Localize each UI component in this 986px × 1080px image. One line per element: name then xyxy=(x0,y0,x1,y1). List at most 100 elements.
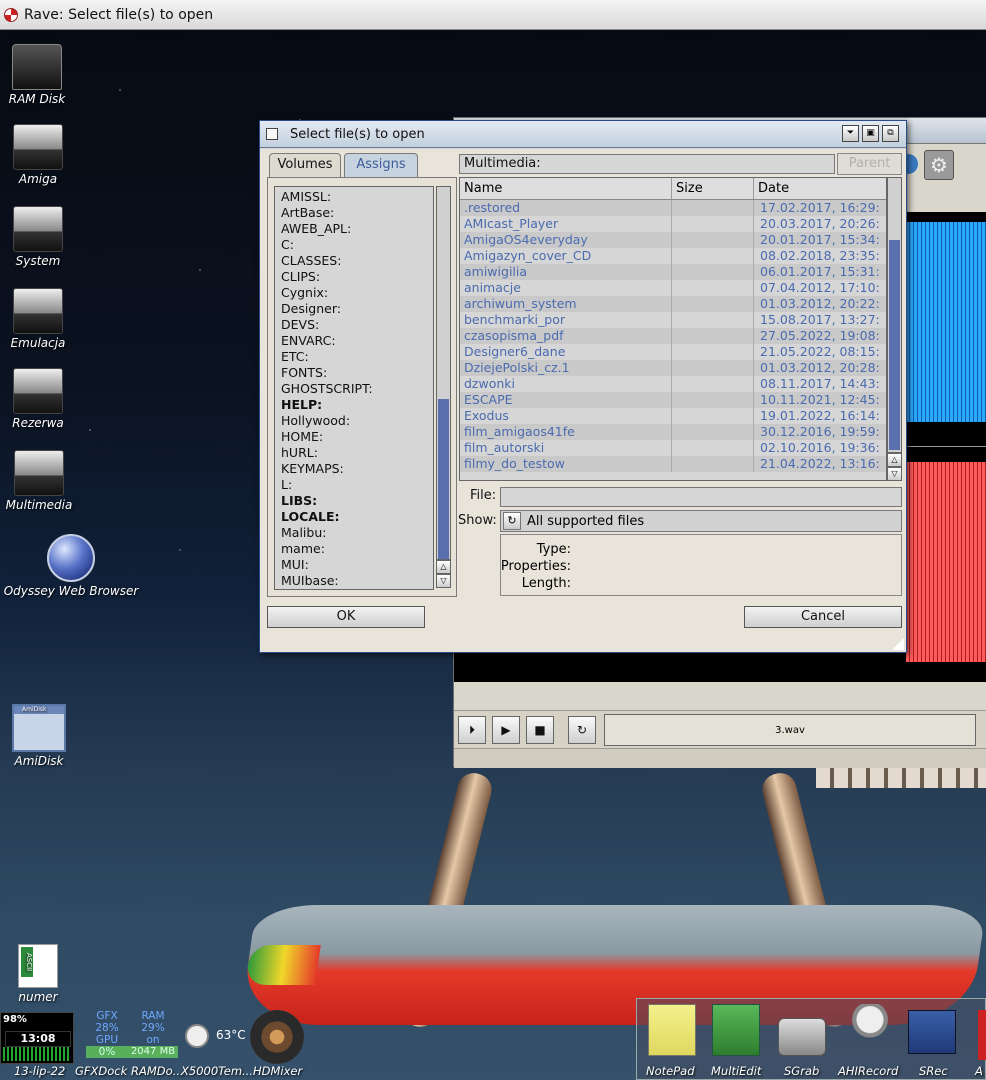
scroll-up-arrow-icon[interactable]: △ xyxy=(436,560,451,574)
tab-volumes[interactable]: Volumes xyxy=(269,153,341,177)
file-row[interactable]: film_autorski 02.10.2016, 19:36: xyxy=(460,440,886,456)
file-row[interactable]: animacje 07.04.2012, 17:10: xyxy=(460,280,886,296)
file-row[interactable]: filmy_do_testow 21.04.2022, 13:16: xyxy=(460,456,886,472)
file-row[interactable]: dzwonki 08.11.2017, 14:43: xyxy=(460,376,886,392)
assign-item[interactable]: MUI: xyxy=(281,557,433,573)
assign-item[interactable]: HELP: xyxy=(281,397,433,413)
assign-item[interactable]: ArtBase: xyxy=(281,205,433,221)
multiedit-icon[interactable] xyxy=(712,1004,760,1056)
file-row[interactable]: film_amigaos41fe 30.12.2016, 19:59: xyxy=(460,424,886,440)
file-row[interactable]: ESCAPE 10.11.2021, 12:45: xyxy=(460,392,886,408)
camera-icon[interactable] xyxy=(778,1018,826,1056)
zoom-icon[interactable]: ▣ xyxy=(862,125,879,142)
stop-button[interactable]: ■ xyxy=(526,716,554,744)
waveform-right-channel xyxy=(906,462,986,662)
file-scroll-up-arrow-icon[interactable]: △ xyxy=(887,453,902,467)
assign-item[interactable]: Malibu: xyxy=(281,525,433,541)
assign-item[interactable]: GHOSTSCRIPT: xyxy=(281,381,433,397)
assign-item[interactable]: AWEB_APL: xyxy=(281,221,433,237)
column-header-size[interactable]: Size xyxy=(672,178,754,199)
desktop-icon-ram-disk[interactable]: RAM Disk xyxy=(0,44,92,106)
file-row[interactable]: AmigaOS4everyday 20.01.2017, 15:34: xyxy=(460,232,886,248)
ok-button[interactable]: OK xyxy=(267,606,425,628)
desktop-icon-multimedia[interactable]: Multimedia xyxy=(0,450,94,512)
file-scroll-down-arrow-icon[interactable]: ▽ xyxy=(887,467,902,481)
gfx-dock[interactable]: GFX 28% GPU 0% xyxy=(86,1010,128,1062)
column-header-name[interactable]: Name xyxy=(460,178,672,199)
close-icon[interactable] xyxy=(266,128,278,140)
desktop-icon-odyssey[interactable]: Odyssey Web Browser xyxy=(0,534,142,598)
file-name-cell: film_amigaos41fe xyxy=(460,424,672,440)
play-from-start-button[interactable]: ⏵ xyxy=(458,716,486,744)
assign-item[interactable]: Hollywood: xyxy=(281,413,433,429)
notepad-icon[interactable] xyxy=(648,1004,696,1056)
file-row[interactable]: AMIcast_Player 20.03.2017, 20:26: xyxy=(460,216,886,232)
file-row[interactable]: DziejePolski_cz.1 01.03.2012, 20:28: xyxy=(460,360,886,376)
assign-item[interactable]: AMISSL: xyxy=(281,189,433,205)
assign-item[interactable]: MUIbase: xyxy=(281,573,433,589)
hdmixer-speaker-icon[interactable] xyxy=(250,1010,304,1064)
column-header-date[interactable]: Date xyxy=(754,178,886,199)
file-row[interactable]: czasopisma_pdf 27.05.2022, 19:08: xyxy=(460,328,886,344)
desktop-icon-rezerwa[interactable]: Rezerwa xyxy=(0,368,93,430)
microphone-icon[interactable] xyxy=(846,1004,894,1056)
assign-item[interactable]: FONTS: xyxy=(281,365,433,381)
desktop-icon-amidisk[interactable]: AmiDisk AmiDisk xyxy=(0,704,94,768)
assigns-scrollbar[interactable] xyxy=(436,186,451,560)
file-list-scrollbar[interactable] xyxy=(887,177,902,453)
temperature-gauge-icon[interactable] xyxy=(185,1024,209,1048)
assigns-scroll-knob[interactable] xyxy=(438,399,449,559)
file-row[interactable]: Designer6_dane 21.05.2022, 08:15: xyxy=(460,344,886,360)
assign-item[interactable]: Cygnix: xyxy=(281,285,433,301)
assigns-list[interactable]: AMISSL: ArtBase: AWEB_APL: C: CLASSES: CLIPS:… xyxy=(274,186,434,590)
assign-item[interactable]: CLIPS: xyxy=(281,269,433,285)
desktop-icon-emulacja[interactable]: Emulacja xyxy=(0,288,93,350)
parent-button[interactable]: Parent xyxy=(837,153,902,175)
file-list-scroll-knob[interactable] xyxy=(889,240,900,450)
iconify-icon[interactable]: ⏷ xyxy=(842,125,859,142)
path-field[interactable]: Multimedia: xyxy=(459,154,835,174)
file-list[interactable]: Name Size Date .restored 17.02.2017, 16:2… xyxy=(459,177,887,481)
desktop-icon-numer[interactable]: ASCII numer xyxy=(0,944,93,1004)
assign-item[interactable]: mame: xyxy=(281,541,433,557)
file-row[interactable]: archiwum_system 01.03.2012, 20:22: xyxy=(460,296,886,312)
dock-label-multiedit: MultiEdit xyxy=(711,1064,762,1078)
assign-item[interactable]: Designer: xyxy=(281,301,433,317)
assign-item[interactable]: L: xyxy=(281,477,433,493)
tab-assigns[interactable]: Assigns xyxy=(344,153,418,177)
file-row[interactable]: amiwigilia 06.01.2017, 15:31: xyxy=(460,264,886,280)
file-requester-dialog[interactable]: Select file(s) to open ⏷ ▣ ⧉ Volumes Ass… xyxy=(259,120,907,653)
scroll-down-arrow-icon[interactable]: ▽ xyxy=(436,574,451,588)
screen-title-bar[interactable]: Rave: Select file(s) to open xyxy=(0,0,986,30)
dialog-title-bar[interactable]: Select file(s) to open ⏷ ▣ ⧉ xyxy=(260,121,906,148)
assign-item[interactable]: hURL: xyxy=(281,445,433,461)
assign-item[interactable]: LIBS: xyxy=(281,493,433,509)
loop-button[interactable]: ↻ xyxy=(568,716,596,744)
file-name-input[interactable] xyxy=(500,487,902,507)
assign-item[interactable]: CLASSES: xyxy=(281,253,433,269)
assign-item[interactable]: DEVS: xyxy=(281,317,433,333)
assign-item[interactable]: C: xyxy=(281,237,433,253)
partial-dock-icon[interactable] xyxy=(978,1010,986,1060)
depth-icon[interactable]: ⧉ xyxy=(882,125,899,142)
file-row[interactable]: .restored 17.02.2017, 16:29: xyxy=(460,200,886,216)
show-filter-cycle[interactable]: ↻ All supported files xyxy=(500,510,902,532)
assign-item[interactable]: HOME: xyxy=(281,429,433,445)
ram-dock[interactable]: RAM 29% on 2047 MB xyxy=(128,1010,178,1062)
resize-handle-icon[interactable] xyxy=(892,638,904,650)
assign-item[interactable]: ENVARC: xyxy=(281,333,433,349)
desktop-icon-system[interactable]: System xyxy=(0,206,93,268)
clapperboard-icon[interactable] xyxy=(908,1010,956,1054)
assign-item[interactable]: LOCALE: xyxy=(281,509,433,525)
gear-icon[interactable]: ⚙ xyxy=(924,150,954,180)
file-row[interactable]: Exodus 19.01.2022, 16:14: xyxy=(460,408,886,424)
play-button[interactable]: ▶ xyxy=(492,716,520,744)
assign-item[interactable]: ETC: xyxy=(281,349,433,365)
assign-item[interactable]: KEYMAPS: xyxy=(281,461,433,477)
cancel-button[interactable]: Cancel xyxy=(744,606,902,628)
file-row[interactable]: Amigazyn_cover_CD 08.02.2018, 23:35: xyxy=(460,248,886,264)
file-row[interactable]: benchmarki_por 15.08.2017, 13:27: xyxy=(460,312,886,328)
desktop-icon-amiga[interactable]: Amiga xyxy=(0,124,93,186)
cpu-monitor[interactable]: 98% 13:08 xyxy=(0,1012,74,1064)
file-size-cell xyxy=(672,216,754,232)
